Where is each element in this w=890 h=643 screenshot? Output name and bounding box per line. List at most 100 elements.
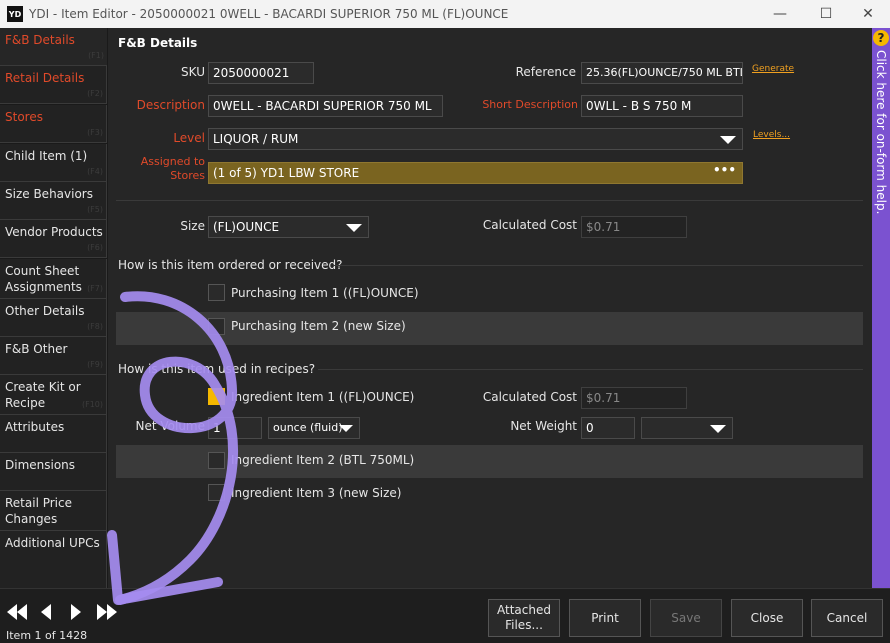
net-weight-label: Net Weight: [510, 419, 577, 433]
sidebar-item-shortcut: (F2): [87, 89, 103, 98]
sidebar-item-shortcut: (F9): [87, 360, 103, 369]
generate-link[interactable]: Generate: [752, 64, 794, 74]
sidebar: F&B Details (F1) Retail Details (F2) Sto…: [0, 28, 108, 588]
calculated-cost-field: $0.71: [581, 216, 687, 238]
help-icon: ?: [873, 30, 889, 46]
sidebar-item-create-kit[interactable]: Create Kit or Recipe (F10): [0, 375, 107, 415]
sku-field[interactable]: 2050000021: [208, 62, 314, 84]
sidebar-item-additional-upcs[interactable]: Additional UPCs: [0, 531, 107, 588]
sidebar-item-label: Stores: [5, 110, 43, 124]
sidebar-item-size-behaviors[interactable]: Size Behaviors (F5): [0, 182, 107, 220]
assigned-stores-label: Assigned to Stores: [140, 155, 205, 182]
ingredient-item-2-checkbox[interactable]: [208, 452, 225, 469]
attached-files-button[interactable]: Attached Files...: [488, 599, 560, 637]
close-window-button[interactable]: ✕: [846, 0, 890, 28]
sidebar-item-label: Retail Price Changes: [5, 496, 72, 526]
help-tab[interactable]: ? Click here for on-form help.: [872, 28, 890, 588]
chevron-down-icon: [339, 425, 353, 432]
divider: [333, 265, 863, 266]
sidebar-item-shortcut: (F1): [88, 51, 104, 60]
save-button[interactable]: Save: [650, 599, 722, 637]
close-button[interactable]: Close: [731, 599, 803, 637]
description-field[interactable]: 0WELL - BACARDI SUPERIOR 750 ML: [208, 95, 443, 117]
chevron-down-icon: [720, 136, 736, 144]
sidebar-item-label: Count Sheet Assignments: [5, 264, 82, 294]
purchasing-item-2-row: [116, 312, 863, 345]
more-icon[interactable]: •••: [713, 163, 736, 177]
print-button[interactable]: Print: [569, 599, 641, 637]
stores-value: (1 of 5) YD1 LBW STORE: [213, 166, 360, 180]
sidebar-item-label: Dimensions: [5, 458, 76, 472]
net-volume-label: Net Volume: [135, 419, 205, 433]
last-record-icon[interactable]: [96, 603, 118, 624]
recipes-heading: How is this item used in recipes?: [118, 362, 316, 376]
reference-field[interactable]: 25.36(FL)OUNCE/750 ML BTL: [581, 62, 743, 84]
sidebar-item-child-item[interactable]: Child Item (1) (F4): [0, 144, 107, 182]
ingredient-item-2-label: Ingredient Item 2 (BTL 750ML): [231, 453, 415, 467]
ingredient-item-2-row: [116, 445, 863, 478]
ingredient-item-1-label: Ingredient Item 1 ((FL)OUNCE): [231, 390, 415, 404]
divider: [318, 369, 863, 370]
title-bar: YD YDI - Item Editor - 2050000021 0WELL …: [0, 0, 890, 28]
sidebar-item-other-details[interactable]: Other Details (F8): [0, 299, 107, 337]
reference-label: Reference: [515, 65, 576, 79]
first-record-icon[interactable]: [6, 603, 28, 624]
sidebar-item-label: Size Behaviors: [5, 187, 93, 201]
minimize-button[interactable]: —: [758, 0, 802, 28]
sku-label: SKU: [181, 65, 205, 79]
purchasing-item-2-checkbox[interactable]: [208, 318, 225, 335]
ingredient-item-1-checkbox[interactable]: [208, 388, 225, 405]
net-weight-field[interactable]: 0: [581, 417, 635, 439]
sidebar-item-shortcut: (F5): [87, 205, 103, 214]
short-description-label: Short Description: [482, 98, 578, 111]
sidebar-item-label: Vendor Products: [5, 225, 103, 239]
sidebar-item-shortcut: (F4): [87, 167, 103, 176]
next-record-icon[interactable]: [70, 603, 82, 624]
net-volume-unit: ounce (fluid): [273, 421, 343, 434]
short-description-field[interactable]: 0WLL - B S 750 M: [581, 95, 743, 117]
sidebar-item-retail-price-changes[interactable]: Retail Price Changes: [0, 491, 107, 531]
sidebar-item-label: Child Item (1): [5, 149, 88, 163]
size-dropdown[interactable]: (FL)OUNCE: [208, 216, 369, 238]
size-label: Size: [180, 219, 205, 233]
level-value: LIQUOR / RUM: [213, 132, 299, 146]
previous-record-icon[interactable]: [40, 603, 52, 624]
sidebar-item-vendor-products[interactable]: Vendor Products (F6): [0, 220, 107, 258]
maximize-button[interactable]: ☐: [804, 0, 848, 28]
divider: [116, 200, 863, 201]
chevron-down-icon: [710, 425, 726, 433]
sidebar-item-dimensions[interactable]: Dimensions: [0, 453, 107, 491]
app-logo: YD: [7, 6, 23, 22]
bottom-bar: Item 1 of 1428 Attached Files... Print S…: [0, 588, 890, 643]
sidebar-item-shortcut: (F8): [87, 322, 103, 331]
sidebar-item-retail-details[interactable]: Retail Details (F2): [0, 66, 107, 104]
net-volume-field[interactable]: 1: [208, 417, 262, 439]
stores-field[interactable]: (1 of 5) YD1 LBW STORE •••: [208, 162, 743, 184]
ingredient-item-3-label: Ingredient Item 3 (new Size): [231, 486, 402, 500]
purchasing-item-1-checkbox[interactable]: [208, 284, 225, 301]
net-volume-unit-dropdown[interactable]: ounce (fluid): [268, 417, 360, 439]
size-value: (FL)OUNCE: [213, 220, 280, 234]
net-weight-unit-dropdown[interactable]: [641, 417, 733, 439]
purchasing-item-2-label: Purchasing Item 2 (new Size): [231, 319, 406, 333]
sidebar-item-label: Retail Details: [5, 71, 85, 85]
sidebar-item-fb-details[interactable]: F&B Details (F1): [0, 28, 107, 66]
sidebar-item-fb-other[interactable]: F&B Other (F9): [0, 337, 107, 375]
sidebar-item-label: F&B Other: [5, 342, 68, 356]
sidebar-item-attributes[interactable]: Attributes: [0, 415, 107, 453]
main-panel: F&B Details SKU 2050000021 Reference 25.…: [108, 28, 872, 588]
ordered-heading: How is this item ordered or received?: [118, 258, 343, 272]
levels-link[interactable]: Levels...: [753, 130, 790, 140]
sidebar-item-shortcut: (F3): [87, 128, 103, 137]
level-label: Level: [173, 131, 205, 145]
sidebar-item-stores[interactable]: Stores (F3): [0, 105, 107, 143]
calculated-cost-label: Calculated Cost: [482, 218, 577, 232]
sidebar-item-count-sheet[interactable]: Count Sheet Assignments (F7): [0, 259, 107, 299]
cancel-button[interactable]: Cancel: [811, 599, 883, 637]
ingredient-item-3-checkbox[interactable]: [208, 484, 225, 501]
sidebar-item-label: Create Kit or Recipe: [5, 380, 81, 410]
level-dropdown[interactable]: LIQUOR / RUM: [208, 128, 743, 150]
window-title: YDI - Item Editor - 2050000021 0WELL - B…: [29, 7, 509, 21]
calculated-cost-label-2: Calculated Cost: [482, 390, 577, 404]
chevron-down-icon: [346, 224, 362, 232]
